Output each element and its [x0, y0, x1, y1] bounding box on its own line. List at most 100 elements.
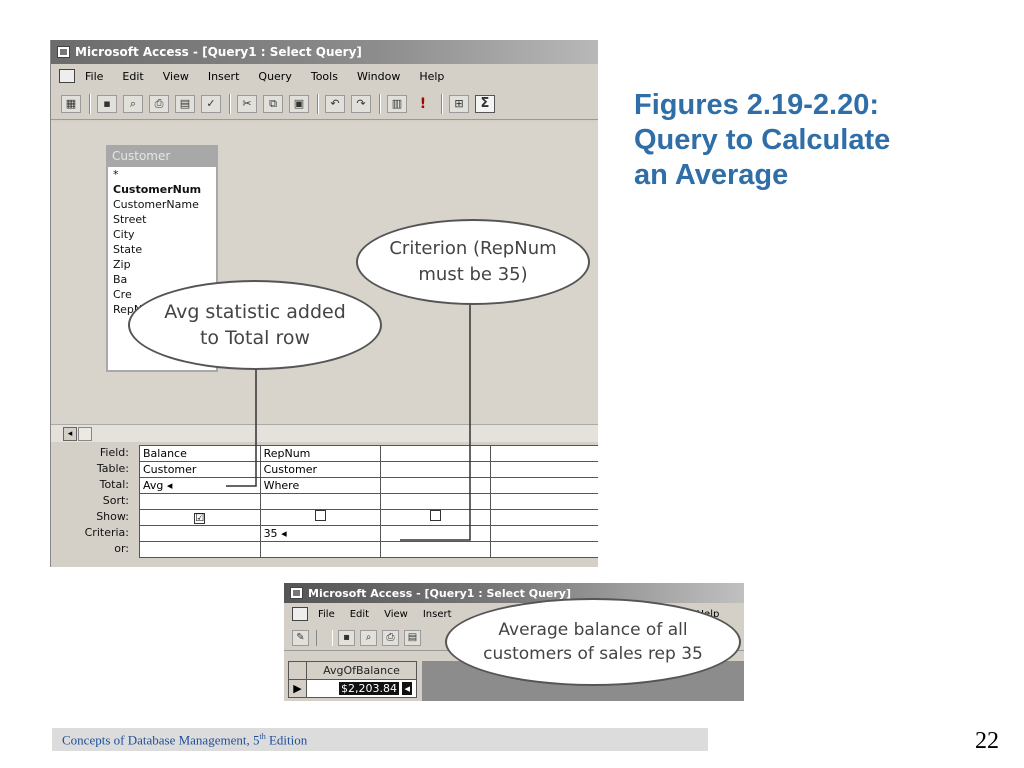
search-icon[interactable]: ⌕: [360, 629, 377, 646]
scroll-left-icon[interactable]: ◂: [63, 427, 77, 441]
menu-insert[interactable]: Insert: [208, 70, 240, 83]
search-icon[interactable]: ⌕: [123, 94, 143, 113]
record-selector-icon[interactable]: ▶: [288, 679, 307, 698]
result-cell[interactable]: $2,203.84 ◂: [306, 679, 417, 698]
result-value: $2,203.84: [338, 682, 399, 695]
grid-cell-table[interactable]: Customer: [259, 461, 382, 478]
grid-row-or: [139, 541, 598, 558]
avg-callout-line1: Avg statistic added: [164, 301, 346, 323]
undo-icon[interactable]: ↶: [325, 94, 345, 113]
menu-view[interactable]: View: [163, 70, 189, 83]
grid-cell-or[interactable]: [489, 541, 598, 558]
toolbar-separator: [441, 93, 443, 114]
grid-row-labels: Field: Table: Total: Sort: Show: Criteri…: [51, 445, 135, 557]
show-checkbox-checked[interactable]: ☑: [194, 512, 206, 524]
field-item-key[interactable]: CustomerNum: [108, 182, 216, 197]
grid-cell-table[interactable]: [489, 461, 598, 478]
menu-edit[interactable]: Edit: [350, 609, 369, 620]
row-label-show: Show:: [96, 510, 129, 523]
save-icon[interactable]: ▪: [338, 629, 355, 646]
field-item[interactable]: State: [108, 242, 216, 257]
grid-cell-total[interactable]: Avg ◂: [139, 477, 261, 494]
grid-cell-sort[interactable]: [139, 493, 261, 510]
access-app-icon: [290, 587, 303, 599]
query-type-icon[interactable]: ▥: [387, 94, 407, 113]
avg-callout-line2: to Total row: [199, 327, 311, 349]
print-preview-icon[interactable]: ▤: [404, 629, 421, 646]
datasheet-doc-icon[interactable]: [292, 607, 308, 621]
slide-title-line: an Average: [634, 159, 789, 191]
menu-view[interactable]: View: [384, 609, 408, 620]
grid-cell-total[interactable]: Where: [259, 477, 382, 494]
menu-query[interactable]: Query: [258, 70, 291, 83]
grid-cell-criteria[interactable]: 35 ◂: [259, 525, 382, 542]
slide-number: 22: [975, 728, 999, 754]
print-icon[interactable]: ⎙: [382, 629, 399, 646]
horizontal-scrollbar[interactable]: ◂: [51, 424, 598, 442]
grid-cell-show: [489, 509, 598, 526]
grid-cell-field[interactable]: RepNum: [259, 445, 382, 462]
menu-file[interactable]: File: [318, 609, 335, 620]
menu-edit[interactable]: Edit: [122, 70, 143, 83]
field-item[interactable]: *: [108, 167, 216, 182]
query-doc-icon[interactable]: [59, 69, 75, 83]
run-icon[interactable]: !: [413, 95, 433, 113]
grid-cell-field[interactable]: [489, 445, 598, 462]
field-item[interactable]: Street: [108, 212, 216, 227]
menu-help[interactable]: Help: [419, 70, 444, 83]
grid-cell-criteria[interactable]: [489, 525, 598, 542]
show-checkbox[interactable]: [314, 510, 326, 521]
redo-icon[interactable]: ↷: [351, 94, 371, 113]
grid-cell-table[interactable]: [380, 461, 491, 478]
grid-cell-or[interactable]: [139, 541, 261, 558]
cut-icon[interactable]: ✂: [237, 94, 257, 113]
menu-insert[interactable]: Insert: [423, 609, 452, 620]
save-icon[interactable]: ▪: [97, 94, 117, 113]
row-label-sort: Sort:: [102, 494, 129, 507]
spelling-icon[interactable]: ✓: [201, 94, 221, 113]
field-item[interactable]: City: [108, 227, 216, 242]
grid-cell-sort[interactable]: [259, 493, 382, 510]
grid-cell-sort[interactable]: [489, 493, 598, 510]
paste-icon[interactable]: ▣: [289, 94, 309, 113]
row-label-field: Field:: [99, 446, 129, 459]
design-view-icon[interactable]: ✎: [292, 629, 309, 646]
datasheet-corner[interactable]: [288, 661, 307, 680]
grid-cell-or[interactable]: [380, 541, 491, 558]
menu-bar: File Edit View Insert Query Tools Window…: [51, 64, 598, 88]
menu-tools[interactable]: Tools: [311, 70, 338, 83]
show-checkbox[interactable]: [430, 510, 442, 521]
print-preview-icon[interactable]: ▤: [175, 94, 195, 113]
grid-cell-total[interactable]: [380, 477, 491, 494]
criterion-callout: Criterion (RepNum must be 35): [356, 219, 590, 305]
column-header-avgofbalance[interactable]: AvgOfBalance: [306, 661, 417, 680]
grid-cell-table[interactable]: Customer: [139, 461, 261, 478]
grid-row-field: Balance RepNum: [139, 445, 598, 462]
totals-icon[interactable]: Σ: [475, 94, 495, 113]
copy-icon[interactable]: ⧉: [263, 94, 283, 113]
scroll-thumb[interactable]: [78, 427, 92, 441]
grid-cell-show: [259, 509, 382, 526]
grid-cell-field[interactable]: Balance: [139, 445, 261, 462]
grid-row-total: Avg ◂ Where: [139, 477, 598, 494]
datasheet-row: ▶ $2,203.84 ◂: [288, 679, 417, 698]
row-label-or: or:: [114, 542, 129, 555]
grid-row-show: ☑: [139, 509, 598, 526]
show-table-icon[interactable]: ⊞: [449, 94, 469, 113]
menu-window[interactable]: Window: [357, 70, 400, 83]
grid-cell-field[interactable]: [380, 445, 491, 462]
print-icon[interactable]: ⎙: [149, 94, 169, 113]
result-callout: Average balance of all customers of sale…: [445, 598, 741, 686]
grid-cell-criteria[interactable]: [380, 525, 491, 542]
grid-cell-sort[interactable]: [380, 493, 491, 510]
result-titlebar: Microsoft Access - [Query1 : Select Quer…: [284, 583, 744, 603]
menu-file[interactable]: File: [85, 70, 103, 83]
field-item[interactable]: CustomerName: [108, 197, 216, 212]
view-icon[interactable]: ▦: [61, 94, 81, 113]
grid-cell-criteria[interactable]: [139, 525, 261, 542]
field-item[interactable]: Zip: [108, 257, 216, 272]
grid-cell-total[interactable]: [489, 477, 598, 494]
grid-cell-or[interactable]: [259, 541, 382, 558]
window-title: Microsoft Access - [Query1 : Select Quer…: [75, 45, 362, 59]
result-datasheet: AvgOfBalance ▶ $2,203.84 ◂: [288, 661, 417, 698]
